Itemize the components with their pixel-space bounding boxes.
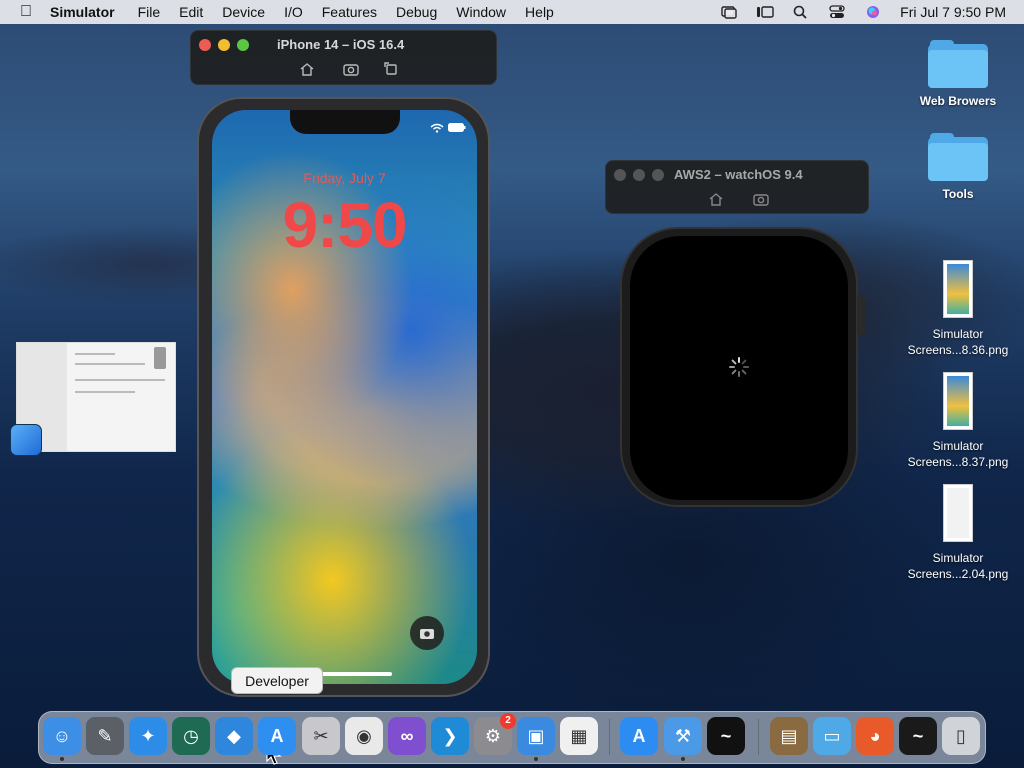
spotlight-search-icon[interactable]: [792, 5, 810, 19]
firefox-icon[interactable]: ◕: [856, 717, 894, 755]
lock-screen-date: Friday, July 7: [303, 170, 386, 186]
menu-app-name[interactable]: Simulator: [50, 4, 115, 20]
iphone-lock-screen[interactable]: Friday, July 7 9:50: [212, 110, 477, 684]
menu-io[interactable]: I/O: [284, 4, 303, 20]
image-file-icon: [943, 260, 973, 318]
menu-features[interactable]: Features: [322, 4, 377, 20]
dock-running-indicator: [681, 757, 685, 761]
desktop-file-screenshot-2[interactable]: Simulator Screens...8.37.png: [898, 372, 1018, 470]
zoom-window-button[interactable]: [652, 169, 664, 181]
menu-bar:  Simulator File Edit Device I/O Feature…: [0, 0, 1024, 24]
desktop-item-label: Tools: [942, 187, 974, 201]
apple-menu-icon[interactable]: : [16, 3, 36, 21]
menu-device[interactable]: Device: [222, 4, 265, 20]
preview-line: [75, 379, 165, 381]
menu-file[interactable]: File: [138, 4, 161, 20]
loading-spinner-icon: [729, 357, 749, 377]
finder-icon[interactable]: ☺: [43, 717, 81, 755]
vscode-icon[interactable]: ❯: [431, 717, 469, 755]
image-file-icon: [943, 372, 973, 430]
battery-icon: [448, 123, 466, 132]
dock-running-indicator: [534, 757, 538, 761]
folder-icon: [928, 133, 988, 181]
minimize-window-button[interactable]: [218, 39, 230, 51]
desktop-item-label: Simulator: [932, 551, 984, 565]
menu-bar-clock[interactable]: Fri Jul 7 9:50 PM: [900, 4, 1006, 20]
notification-badge: 2: [500, 713, 516, 729]
simulator-icon[interactable]: ▣: [517, 717, 555, 755]
desktop-item-label: Simulator: [932, 327, 984, 341]
screenshot-icon[interactable]: [753, 192, 769, 206]
app-store-icon[interactable]: A: [620, 717, 658, 755]
xcode-instruments-icon[interactable]: ✎: [86, 717, 124, 755]
desktop-file-screenshot-1[interactable]: Simulator Screens...8.36.png: [898, 260, 1018, 358]
activity-monitor-icon[interactable]: ~: [707, 717, 745, 755]
close-window-button[interactable]: [614, 169, 626, 181]
watch-window-title: AWS2 – watchOS 9.4: [674, 167, 803, 182]
chrome-icon[interactable]: ◉: [345, 717, 383, 755]
dock-tooltip: Developer: [231, 667, 323, 694]
minimize-window-button[interactable]: [633, 169, 645, 181]
preview-line: [75, 363, 145, 365]
desktop-item-label: Web Browers: [919, 94, 997, 108]
preview-line: [75, 353, 115, 355]
iphone-window-title: iPhone 14 – iOS 16.4: [277, 37, 405, 52]
screen-mirroring-icon[interactable]: [720, 5, 738, 19]
network-icon[interactable]: ◆: [215, 717, 253, 755]
menu-window[interactable]: Window: [456, 4, 506, 20]
screenshot-icon[interactable]: [343, 62, 359, 76]
zoom-window-button[interactable]: [237, 39, 249, 51]
digital-crown[interactable]: [857, 295, 865, 335]
desktop-item-label: Screens...8.37.png: [907, 455, 1009, 469]
xcode-icon[interactable]: ⚒: [664, 717, 702, 755]
lock-screen-time: 9:50: [282, 189, 407, 261]
system-utility-icon[interactable]: ✂: [302, 717, 340, 755]
preview-line: [75, 391, 135, 393]
developer-icon[interactable]: A: [258, 717, 296, 755]
apple-watch-device-frame: [620, 227, 865, 507]
siri-icon[interactable]: [864, 5, 882, 19]
menu-debug[interactable]: Debug: [396, 4, 437, 20]
dock-running-indicator: [60, 757, 64, 761]
watch-window-titlebar[interactable]: AWS2 – watchOS 9.4: [605, 160, 869, 214]
desktop-item-label: Screens...8.36.png: [907, 343, 1009, 357]
watch-screen[interactable]: [630, 236, 848, 500]
menu-edit[interactable]: Edit: [179, 4, 203, 20]
wifi-icon: [430, 123, 444, 133]
xcode-app-icon[interactable]: [10, 424, 42, 456]
folder-icon[interactable]: ▭: [813, 717, 851, 755]
rotate-icon[interactable]: [383, 61, 399, 75]
visual-studio-icon[interactable]: ∞: [388, 717, 426, 755]
menu-help[interactable]: Help: [525, 4, 554, 20]
iphone-window-titlebar[interactable]: iPhone 14 – iOS 16.4: [190, 30, 497, 85]
home-icon[interactable]: [299, 62, 315, 76]
dock-separator: [758, 719, 759, 755]
desktop-item-label: Screens...2.04.png: [907, 567, 1009, 581]
close-window-button[interactable]: [199, 39, 211, 51]
camera-shortcut-icon[interactable]: [410, 616, 444, 650]
desktop-folder-tools[interactable]: Tools: [898, 133, 1018, 201]
desktop-folder-web-browers[interactable]: Web Browers: [898, 40, 1018, 108]
folder-icon: [928, 40, 988, 88]
dock-separator: [609, 719, 610, 755]
control-center-icon[interactable]: [828, 5, 846, 19]
launchpad-icon[interactable]: ▦: [560, 717, 598, 755]
preview-phone-shape: [154, 347, 166, 369]
time-machine-icon[interactable]: ◷: [172, 717, 210, 755]
trash-icon[interactable]: ▯: [942, 717, 980, 755]
activity-monitor-icon[interactable]: ~: [899, 717, 937, 755]
iphone-notch: [290, 110, 400, 134]
menu-bar-extras: Fri Jul 7 9:50 PM: [720, 0, 1006, 24]
system-settings-icon[interactable]: ⚙ 2: [474, 713, 516, 755]
image-file-icon: [943, 484, 973, 542]
safari-icon[interactable]: ✦: [129, 717, 167, 755]
desktop-file-screenshot-3[interactable]: Simulator Screens...2.04.png: [898, 484, 1018, 582]
archive-utility-icon[interactable]: ▤: [770, 717, 808, 755]
desktop-item-label: Simulator: [932, 439, 984, 453]
stage-manager-icon[interactable]: [756, 5, 774, 19]
home-icon[interactable]: [708, 192, 724, 206]
iphone-device-frame: Friday, July 7 9:50: [197, 97, 490, 697]
